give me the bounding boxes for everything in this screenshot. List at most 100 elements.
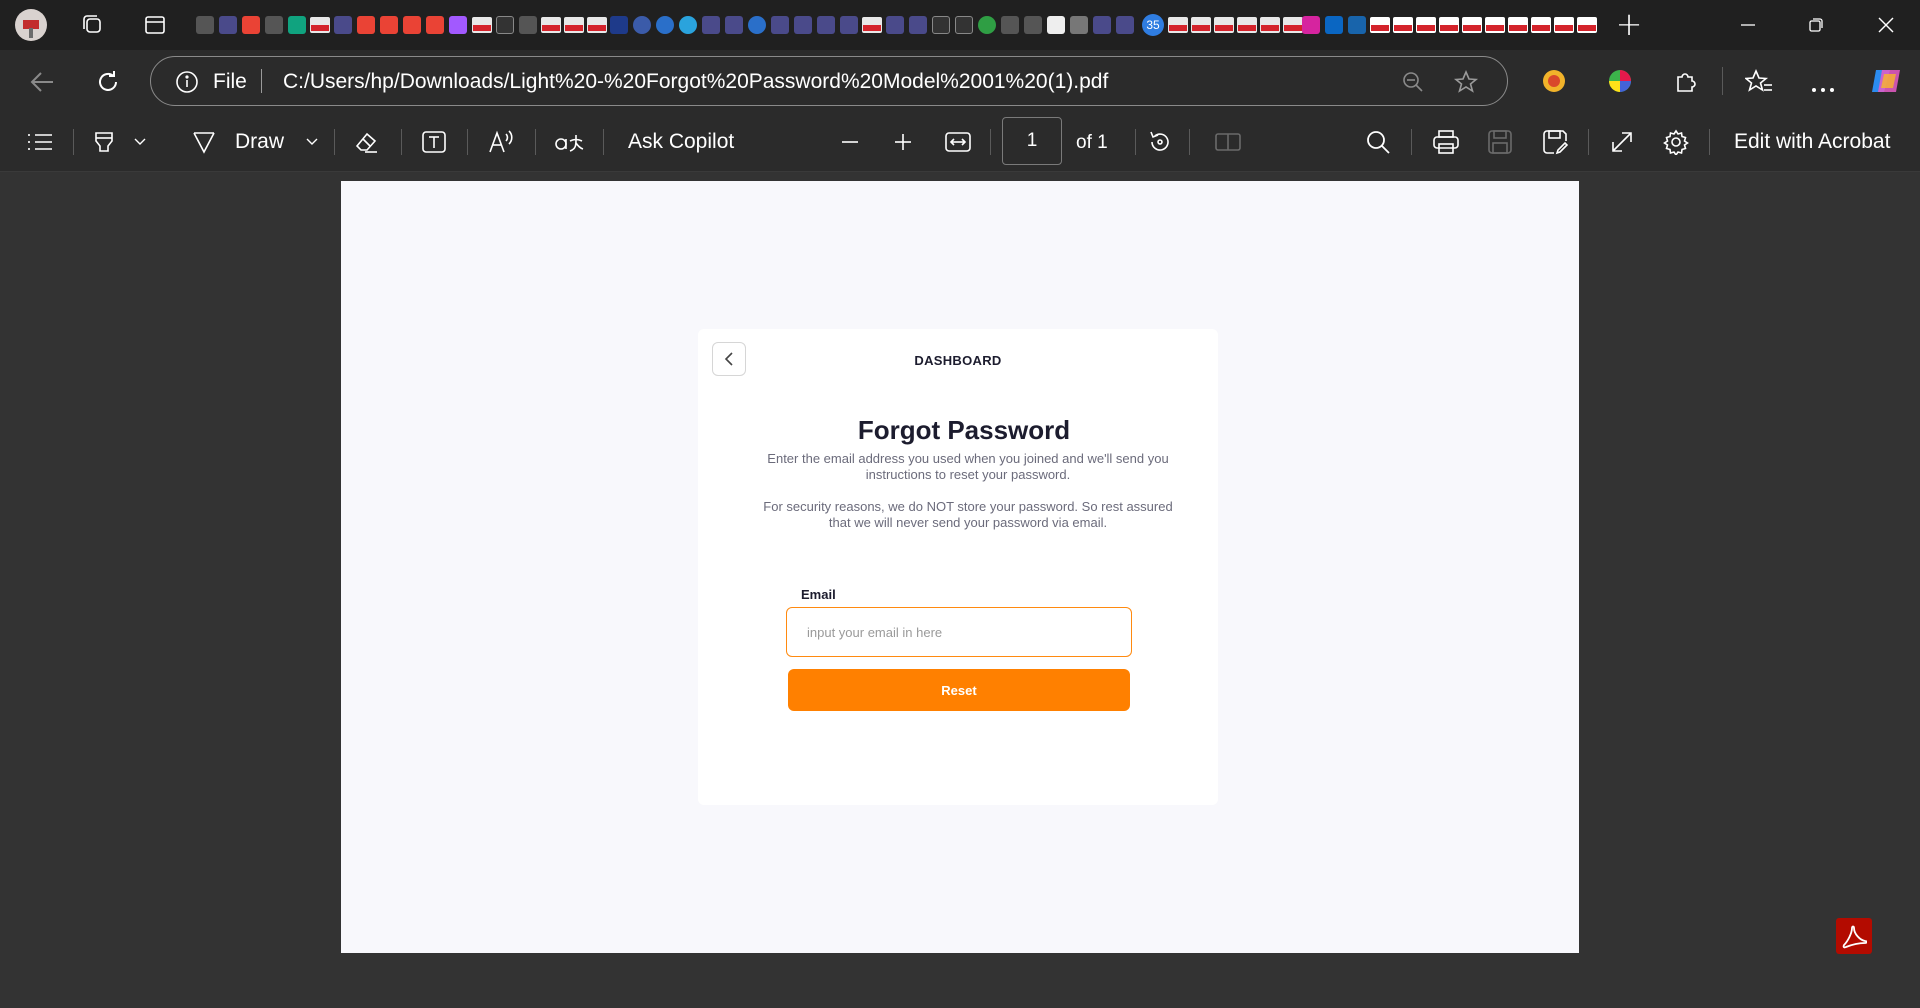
tab-pdf-icon[interactable] — [1531, 17, 1551, 33]
highlight-dropdown-icon[interactable] — [132, 128, 148, 156]
tab-favicon-icon[interactable] — [610, 16, 628, 34]
tab-pdf-icon[interactable] — [564, 17, 584, 33]
tab-pdf-icon[interactable] — [1370, 17, 1390, 33]
tab-favicon-icon[interactable] — [794, 16, 812, 34]
tab-pdf-icon[interactable] — [1191, 17, 1211, 33]
translate-icon[interactable] — [554, 128, 586, 156]
tab-favicon-icon[interactable] — [265, 16, 283, 34]
refresh-button[interactable] — [94, 68, 122, 96]
tab-favicon-icon[interactable] — [656, 16, 674, 34]
ask-copilot-button[interactable]: Ask Copilot — [628, 130, 734, 154]
tab-instagram-icon[interactable] — [1302, 16, 1320, 34]
tab-pdf-icon[interactable] — [1283, 17, 1303, 33]
color-picker-extension-icon[interactable] — [1608, 69, 1632, 93]
tab-pdf-icon[interactable] — [862, 17, 882, 33]
tab-telegram-icon[interactable] — [679, 16, 697, 34]
back-button[interactable] — [28, 68, 56, 96]
tab-pdf-icon[interactable] — [1214, 17, 1234, 33]
tab-favicon-icon[interactable] — [1348, 16, 1366, 34]
favorites-icon[interactable] — [1743, 68, 1773, 94]
page-view-icon[interactable] — [1214, 128, 1242, 156]
tab-favicon-icon[interactable] — [909, 16, 927, 34]
tab-pdf-icon[interactable] — [1237, 17, 1257, 33]
tab-favicon-icon[interactable] — [519, 16, 537, 34]
tab-favicon-icon[interactable] — [242, 16, 260, 34]
contents-list-icon[interactable] — [26, 128, 54, 156]
save-as-icon[interactable] — [1541, 128, 1569, 156]
tab-actions-icon[interactable] — [143, 13, 167, 37]
draw-icon[interactable] — [190, 128, 218, 156]
acrobat-logo-icon[interactable] — [1836, 918, 1872, 954]
tab-pdf-icon[interactable] — [1462, 17, 1482, 33]
tab-favicon-icon[interactable] — [725, 16, 743, 34]
tab-favicon-icon[interactable] — [1024, 16, 1042, 34]
tab-pdf-icon[interactable] — [1439, 17, 1459, 33]
tab-figma-icon[interactable] — [449, 16, 467, 34]
tab-pdf-icon[interactable] — [1554, 17, 1574, 33]
workspaces-icon[interactable] — [80, 13, 104, 37]
tab-pdf-icon[interactable] — [1577, 17, 1597, 33]
more-options-icon[interactable] — [1810, 78, 1836, 92]
tab-pdf-icon[interactable] — [472, 17, 492, 33]
tab-pdf-icon[interactable] — [1485, 17, 1505, 33]
tab-favicon-icon[interactable] — [1047, 16, 1065, 34]
tab-pdf-icon[interactable] — [1416, 17, 1436, 33]
draw-label[interactable]: Draw — [235, 130, 284, 154]
tab-favicon-icon[interactable] — [978, 16, 996, 34]
tab-favicon-icon[interactable] — [1001, 16, 1019, 34]
copilot-icon[interactable] — [1870, 66, 1902, 96]
tab-favicon-icon[interactable] — [219, 16, 237, 34]
settings-gear-icon[interactable] — [1662, 128, 1690, 156]
add-text-icon[interactable] — [420, 128, 448, 156]
tab-favicon-icon[interactable] — [932, 16, 950, 34]
draw-dropdown-icon[interactable] — [304, 128, 320, 156]
fullscreen-icon[interactable] — [1608, 128, 1636, 156]
tab-pdf-icon[interactable] — [1260, 17, 1280, 33]
rotate-icon[interactable] — [1146, 128, 1174, 156]
tab-favicon-icon[interactable] — [633, 16, 651, 34]
highlight-icon[interactable] — [90, 128, 118, 156]
tab-favicon-icon[interactable] — [1116, 16, 1134, 34]
page-number-input[interactable]: 1 — [1002, 117, 1062, 165]
tab-favicon-icon[interactable] — [955, 16, 973, 34]
tab-favicon-icon[interactable] — [496, 16, 514, 34]
tab-favicon-icon[interactable] — [771, 16, 789, 34]
url-text[interactable]: C:/Users/hp/Downloads/Light%20-%20Forgot… — [283, 70, 1108, 94]
tab-pdf-icon[interactable] — [1168, 17, 1188, 33]
tab-count-badge[interactable]: 35 — [1142, 14, 1164, 36]
restore-button[interactable] — [1786, 0, 1846, 50]
tab-favicon-icon[interactable] — [403, 16, 421, 34]
tab-favicon-icon[interactable] — [380, 16, 398, 34]
zoom-out-button[interactable] — [836, 128, 864, 156]
tab-favicon-icon[interactable] — [840, 16, 858, 34]
close-window-button[interactable] — [1856, 0, 1916, 50]
tab-favicon-icon[interactable] — [426, 16, 444, 34]
email-field[interactable] — [786, 607, 1132, 657]
print-icon[interactable] — [1432, 128, 1460, 156]
save-icon[interactable] — [1486, 128, 1514, 156]
tab-favicon-icon[interactable] — [886, 16, 904, 34]
tab-favicon-icon[interactable] — [817, 16, 835, 34]
tab-favicon-icon[interactable] — [357, 16, 375, 34]
reset-button[interactable]: Reset — [788, 669, 1130, 711]
tab-favicon-icon[interactable] — [1070, 16, 1088, 34]
tab-favicon-icon[interactable] — [748, 16, 766, 34]
new-tab-button[interactable]: + — [1612, 6, 1646, 44]
zoom-out-icon[interactable] — [1401, 70, 1425, 94]
tab-favicon-icon[interactable] — [334, 16, 352, 34]
tab-pdf-icon[interactable] — [310, 17, 330, 33]
tab-favicon-icon[interactable] — [196, 16, 214, 34]
eraser-icon[interactable] — [352, 128, 380, 156]
tab-favicon-icon[interactable] — [702, 16, 720, 34]
profile-avatar-icon[interactable] — [14, 8, 48, 42]
edit-with-acrobat-button[interactable]: Edit with Acrobat — [1734, 130, 1890, 154]
address-bar[interactable]: File C:/Users/hp/Downloads/Light%20-%20F… — [150, 56, 1508, 106]
extensions-puzzle-icon[interactable] — [1673, 68, 1699, 94]
tab-linkedin-icon[interactable] — [1325, 16, 1343, 34]
read-aloud-icon[interactable] — [488, 128, 516, 156]
tab-pdf-icon[interactable] — [587, 17, 607, 33]
tab-favicon-icon[interactable] — [288, 16, 306, 34]
tab-favicon-icon[interactable] — [1093, 16, 1111, 34]
search-icon[interactable] — [1364, 128, 1392, 156]
extension-icon[interactable] — [1542, 69, 1566, 93]
